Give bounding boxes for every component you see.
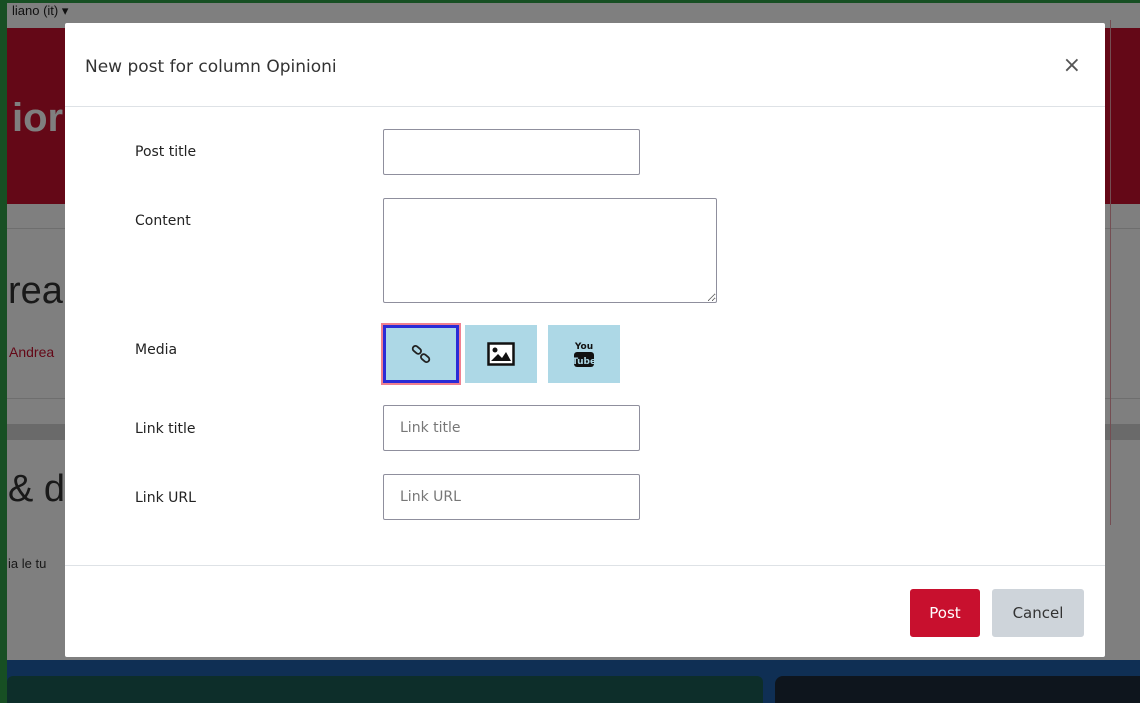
modal-title: New post for column Opinioni (85, 57, 337, 77)
media-label: Media (135, 342, 178, 358)
link-title-label: Link title (135, 421, 196, 437)
modal-header: New post for column Opinioni × (65, 23, 1105, 107)
content-label: Content (135, 213, 191, 229)
media-image-button[interactable] (465, 325, 537, 383)
cancel-button[interactable]: Cancel (992, 589, 1084, 637)
link-url-input[interactable] (383, 474, 640, 520)
svg-text:You: You (574, 342, 593, 352)
media-youtube-button[interactable]: You Tube (548, 325, 620, 383)
link-url-label: Link URL (135, 490, 196, 506)
post-title-input[interactable] (383, 129, 640, 175)
post-title-label: Post title (135, 144, 197, 160)
link-icon (411, 345, 431, 363)
close-icon[interactable]: × (1063, 55, 1081, 77)
content-textarea[interactable] (383, 198, 717, 303)
modal-footer: Post Cancel (65, 565, 1105, 657)
link-title-input[interactable] (383, 405, 640, 451)
post-button[interactable]: Post (910, 589, 980, 637)
svg-text:Tube: Tube (572, 357, 596, 367)
new-post-modal: New post for column Opinioni × Post titl… (65, 23, 1105, 657)
youtube-icon: You Tube (572, 342, 596, 367)
media-link-button[interactable] (381, 323, 461, 385)
image-icon (487, 342, 515, 366)
